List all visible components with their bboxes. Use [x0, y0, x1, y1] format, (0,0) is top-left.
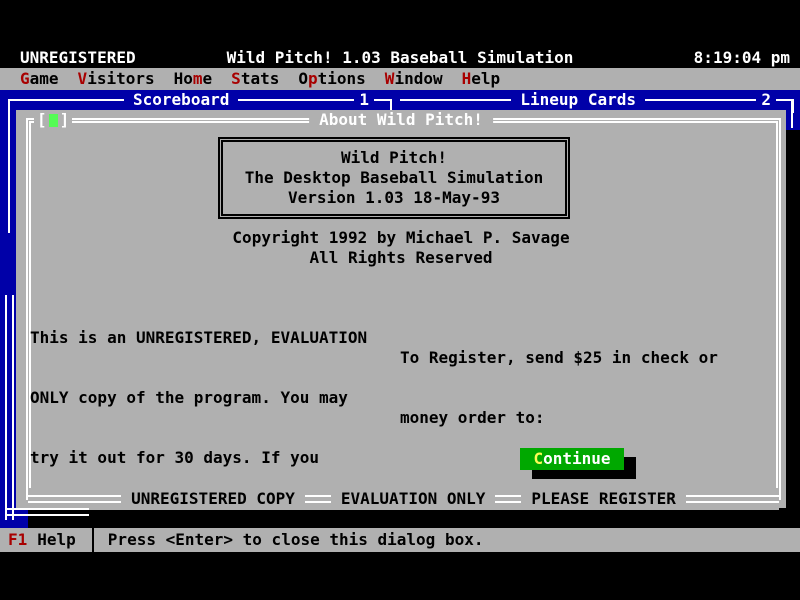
window-border-fragment [5, 508, 89, 516]
rights-line: All Rights Reserved [16, 248, 786, 268]
status-bar: F1 Help Press <Enter> to close this dial… [0, 528, 800, 552]
menu-hotkey: p [308, 69, 318, 88]
register-line: To Register, send $25 in check or [400, 348, 733, 368]
dialog-shadow [786, 130, 800, 528]
dialog-footer-border: UNREGISTERED COPY EVALUATION ONLY PLEASE… [28, 488, 779, 510]
menu-label: elp [471, 69, 500, 88]
title-bar: UNREGISTERED Wild Pitch! 1.03 Baseball S… [0, 48, 800, 68]
menu-label: ame [30, 69, 59, 88]
menu-hotkey: H [462, 69, 472, 88]
evaluation-notice: This is an UNREGISTERED, EVALUATION ONLY… [30, 288, 402, 600]
window-border-fragment [5, 295, 14, 520]
notice-line: This is an UNREGISTERED, EVALUATION [30, 328, 402, 348]
window-number: 1 [354, 90, 374, 110]
menu-item-options[interactable]: Options [298, 69, 365, 89]
program-subtitle: The Desktop Baseball Simulation [223, 168, 565, 188]
bracket-glyph: [ [37, 110, 47, 130]
menu-hotkey: S [231, 69, 241, 88]
menu-item-game[interactable]: Game [20, 69, 59, 89]
menu-item-visitors[interactable]: Visitors [78, 69, 155, 89]
notice-line: ONLY copy of the program. You may [30, 388, 402, 408]
border-line [8, 99, 124, 101]
f1-key-label[interactable]: F1 [8, 530, 27, 550]
crt-screen: { "colors": { "background": "#000000", "… [0, 0, 800, 600]
close-icon [49, 114, 58, 127]
border-line [374, 99, 390, 101]
button-hotkey: C [533, 449, 543, 468]
border-line [776, 99, 792, 101]
program-version: Version 1.03 18-May-93 [223, 188, 565, 208]
border-line [645, 99, 756, 101]
border-line [305, 495, 331, 503]
border-line [28, 495, 121, 503]
menu-item-help[interactable]: Help [462, 69, 501, 89]
window-border-fragment [8, 100, 10, 233]
notice-line: try it out for 30 days. If you [30, 448, 402, 468]
window-scoreboard-titlebar[interactable]: Scoreboard 1 [8, 90, 392, 110]
window-number: 2 [756, 90, 776, 110]
border-line [686, 495, 779, 503]
app-title: Wild Pitch! 1.03 Baseball Simulation [227, 48, 574, 68]
desktop: Scoreboard 1 Lineup Cards 2 [ ] About Wi… [0, 90, 800, 528]
menu-item-home[interactable]: Home [174, 69, 213, 89]
menu-bar: Game Visitors Home Stats Options Window … [0, 68, 800, 90]
notice-line: you'll have to register. When you [30, 568, 402, 588]
menu-hotkey: m [193, 69, 203, 88]
window-border-fragment [791, 100, 793, 128]
about-dialog: [ ] About Wild Pitch! Wild Pitch! The De… [16, 110, 786, 508]
border-line [495, 495, 521, 503]
window-title: Scoreboard [124, 90, 238, 110]
menu-item-window[interactable]: Window [385, 69, 443, 89]
menu-label: tions [318, 69, 366, 88]
window-title: Lineup Cards [511, 90, 645, 110]
continue-button[interactable]: Continue [520, 448, 624, 470]
footer-text-evaluation: EVALUATION ONLY [331, 489, 496, 509]
copyright-block: Copyright 1992 by Michael P. Savage All … [16, 228, 786, 268]
registration-status: UNREGISTERED [20, 48, 136, 68]
program-name: Wild Pitch! [223, 148, 565, 168]
copyright-line: Copyright 1992 by Michael P. Savage [16, 228, 786, 248]
menu-label: isitors [87, 69, 154, 88]
menu-item-stats[interactable]: Stats [231, 69, 279, 89]
about-info-box: Wild Pitch! The Desktop Baseball Simulat… [218, 137, 570, 219]
menu-hotkey: W [385, 69, 395, 88]
dialog-title: About Wild Pitch! [309, 110, 493, 130]
status-divider [92, 528, 94, 552]
button-label: ontinue [543, 449, 610, 468]
register-line: money order to: [400, 408, 733, 428]
menu-label: O [298, 69, 308, 88]
border-line [238, 99, 354, 101]
border-line [400, 99, 511, 101]
dialog-close-button[interactable]: [ ] [34, 110, 72, 130]
menu-label: tats [241, 69, 280, 88]
status-message: Press <Enter> to close this dialog box. [108, 530, 484, 550]
register-address: PO Box 536, Glen Ridge, NJ 07028 [400, 588, 733, 600]
menu-hotkey: V [78, 69, 88, 88]
footer-text-unregistered: UNREGISTERED COPY [121, 489, 305, 509]
menu-label: e [203, 69, 213, 88]
footer-text-register: PLEASE REGISTER [521, 489, 686, 509]
help-label[interactable]: Help [37, 530, 76, 550]
clock: 8:19:04 pm [694, 48, 790, 68]
window-lineup-cards-titlebar[interactable]: Lineup Cards 2 [400, 90, 794, 110]
menu-hotkey: G [20, 69, 30, 88]
menu-label: indow [394, 69, 442, 88]
menu-label: Ho [174, 69, 193, 88]
bracket-glyph: ] [60, 110, 70, 130]
